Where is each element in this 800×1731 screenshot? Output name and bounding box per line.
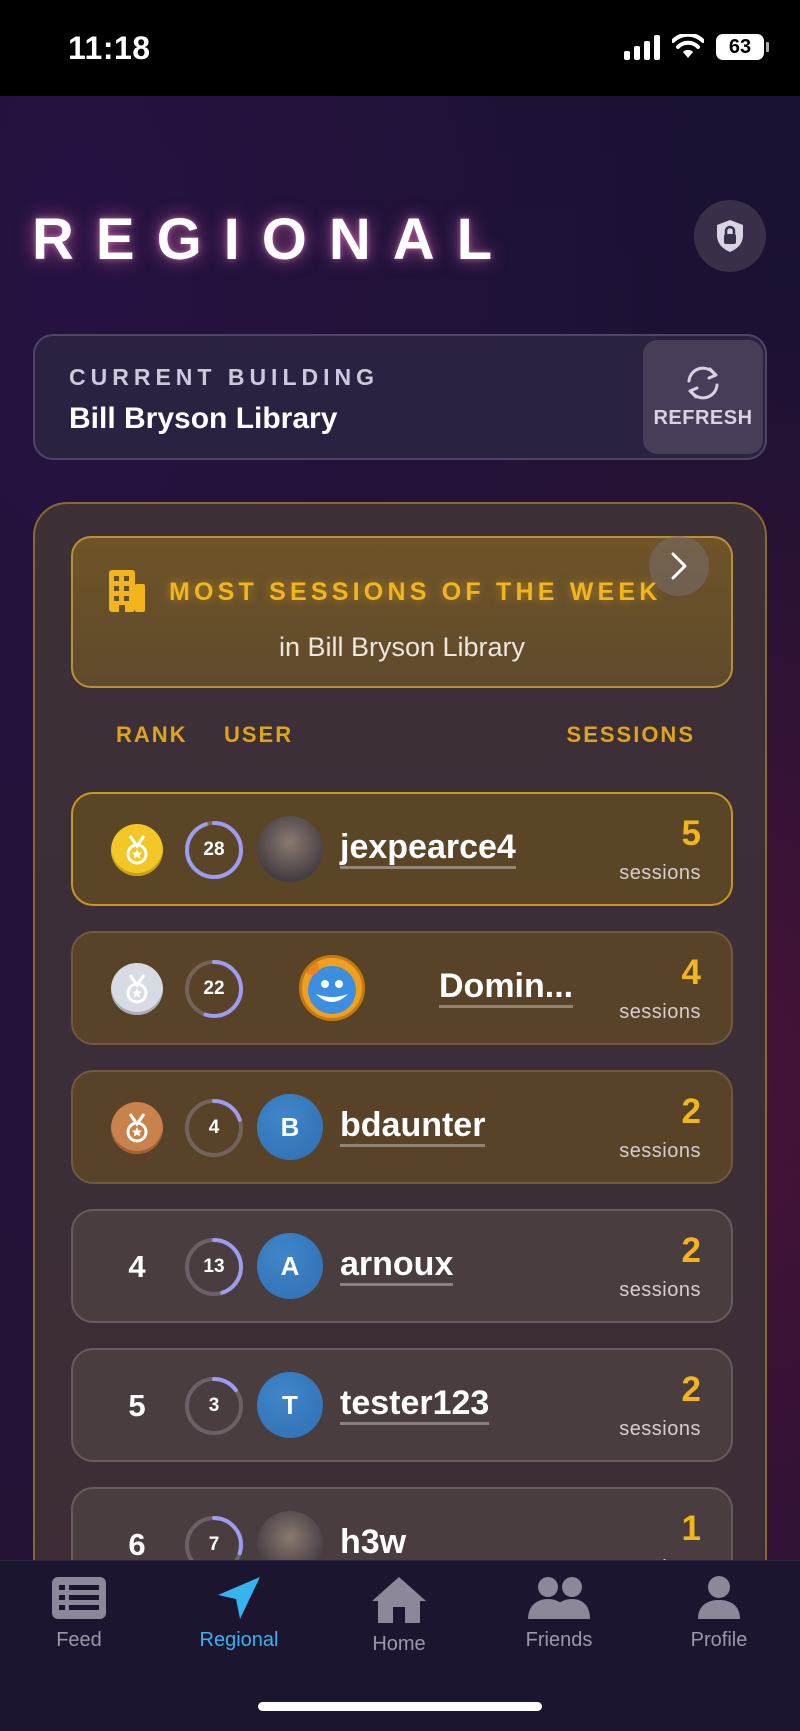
leaderboard-header: MOST SESSIONS OF THE WEEK in Bill Bryson…	[71, 536, 733, 688]
username-link[interactable]: Domin...	[439, 967, 574, 1008]
next-leaderboard-button[interactable]	[649, 536, 709, 596]
profile-icon	[698, 1576, 740, 1619]
column-header-rank: RANK	[116, 722, 188, 747]
home-indicator	[258, 1702, 542, 1711]
session-count: 2	[681, 1370, 701, 1409]
session-count: 2	[681, 1092, 701, 1131]
level-number: 3	[208, 1395, 220, 1416]
rank-number: 4	[128, 1249, 146, 1284]
lock-shield-icon	[717, 220, 743, 252]
location-arrow-icon	[218, 1577, 260, 1619]
avatar[interactable]	[299, 955, 365, 1021]
leaderboard-row[interactable]: 22 Domin... 4 sessions	[71, 931, 733, 1045]
cellular-signal-icon	[624, 34, 660, 60]
column-header-user: USER	[224, 722, 294, 747]
wifi-icon	[672, 34, 704, 58]
privacy-lock-button[interactable]	[694, 200, 766, 272]
status-bar: 11:18 63	[0, 0, 800, 96]
tab-profile[interactable]: Profile	[649, 1575, 789, 1652]
status-time: 11:18	[68, 30, 151, 66]
page-title: REGIONAL	[32, 207, 515, 272]
avatar-initial: T	[282, 1389, 298, 1420]
rank-number: 5	[128, 1388, 146, 1423]
bronze-medal-icon	[111, 1102, 163, 1154]
username-link[interactable]: h3w	[340, 1523, 407, 1564]
tab-feed[interactable]: Feed	[9, 1575, 149, 1652]
username-link[interactable]: arnoux	[340, 1245, 454, 1286]
battery-icon: 63	[716, 34, 769, 60]
tab-friends[interactable]: Friends	[489, 1575, 629, 1652]
current-building-name: Bill Bryson Library	[69, 402, 338, 435]
avatar-initial: B	[280, 1111, 300, 1142]
sessions-unit-label: sessions	[619, 1279, 701, 1301]
level-number: 4	[208, 1117, 220, 1138]
leaderboard-row[interactable]: 4 Bbdaunter 2 sessions	[71, 1070, 733, 1184]
leaderboard-card: MOST SESSIONS OF THE WEEK in Bill Bryson…	[33, 502, 767, 1731]
leaderboard-row[interactable]: 28 jexpearce4 5 sessions	[71, 792, 733, 906]
username-link[interactable]: jexpearce4	[340, 828, 516, 869]
tab-regional-label: Regional	[199, 1629, 279, 1651]
refresh-button[interactable]: REFRESH	[643, 340, 763, 454]
level-number: 28	[203, 839, 225, 860]
current-building-label: CURRENT BUILDING	[69, 364, 379, 390]
level-number: 13	[203, 1256, 225, 1277]
silver-medal-icon	[111, 963, 163, 1015]
username-link[interactable]: tester123	[340, 1384, 490, 1425]
avatar[interactable]: B	[257, 1094, 323, 1160]
status-icons: 63	[624, 34, 769, 60]
tab-profile-label: Profile	[690, 1629, 748, 1651]
column-header-sessions: SESSIONS	[566, 722, 695, 747]
home-icon	[372, 1577, 426, 1623]
leaderboard-title: MOST SESSIONS OF THE WEEK	[169, 578, 662, 606]
session-count: 4	[681, 953, 701, 992]
current-building-card: CURRENT BUILDING Bill Bryson Library REF…	[33, 334, 767, 460]
chevron-right-icon	[671, 552, 687, 580]
level-number: 22	[203, 978, 225, 999]
gold-medal-icon	[111, 824, 163, 876]
avatar[interactable]: A	[257, 1233, 323, 1299]
building-icon	[109, 570, 145, 612]
leaderboard-row[interactable]: 4 13 Aarnoux 2 sessions	[71, 1209, 733, 1323]
leaderboard-subtitle: in Bill Bryson Library	[278, 632, 526, 662]
avatar[interactable]	[257, 816, 323, 882]
leaderboard-row[interactable]: 5 3 Ttester123 2 sessions	[71, 1348, 733, 1462]
friends-icon	[528, 1577, 590, 1619]
sessions-unit-label: sessions	[619, 1418, 701, 1440]
sessions-unit-label: sessions	[619, 862, 701, 884]
tab-regional[interactable]: Regional	[169, 1575, 309, 1652]
session-count: 5	[681, 814, 701, 853]
sessions-unit-label: sessions	[619, 1001, 701, 1023]
tab-home[interactable]: Home	[329, 1575, 469, 1656]
username-link[interactable]: bdaunter	[340, 1106, 486, 1147]
tab-home-label: Home	[372, 1633, 426, 1655]
sessions-unit-label: sessions	[619, 1140, 701, 1162]
refresh-label: REFRESH	[653, 406, 753, 429]
session-count: 1	[681, 1509, 701, 1548]
avatar[interactable]: T	[257, 1372, 323, 1438]
refresh-icon	[687, 366, 719, 399]
tab-friends-label: Friends	[525, 1629, 593, 1651]
tab-feed-label: Feed	[56, 1629, 102, 1651]
newspaper-icon	[52, 1577, 106, 1619]
session-count: 2	[681, 1231, 701, 1270]
avatar-initial: A	[280, 1250, 300, 1281]
